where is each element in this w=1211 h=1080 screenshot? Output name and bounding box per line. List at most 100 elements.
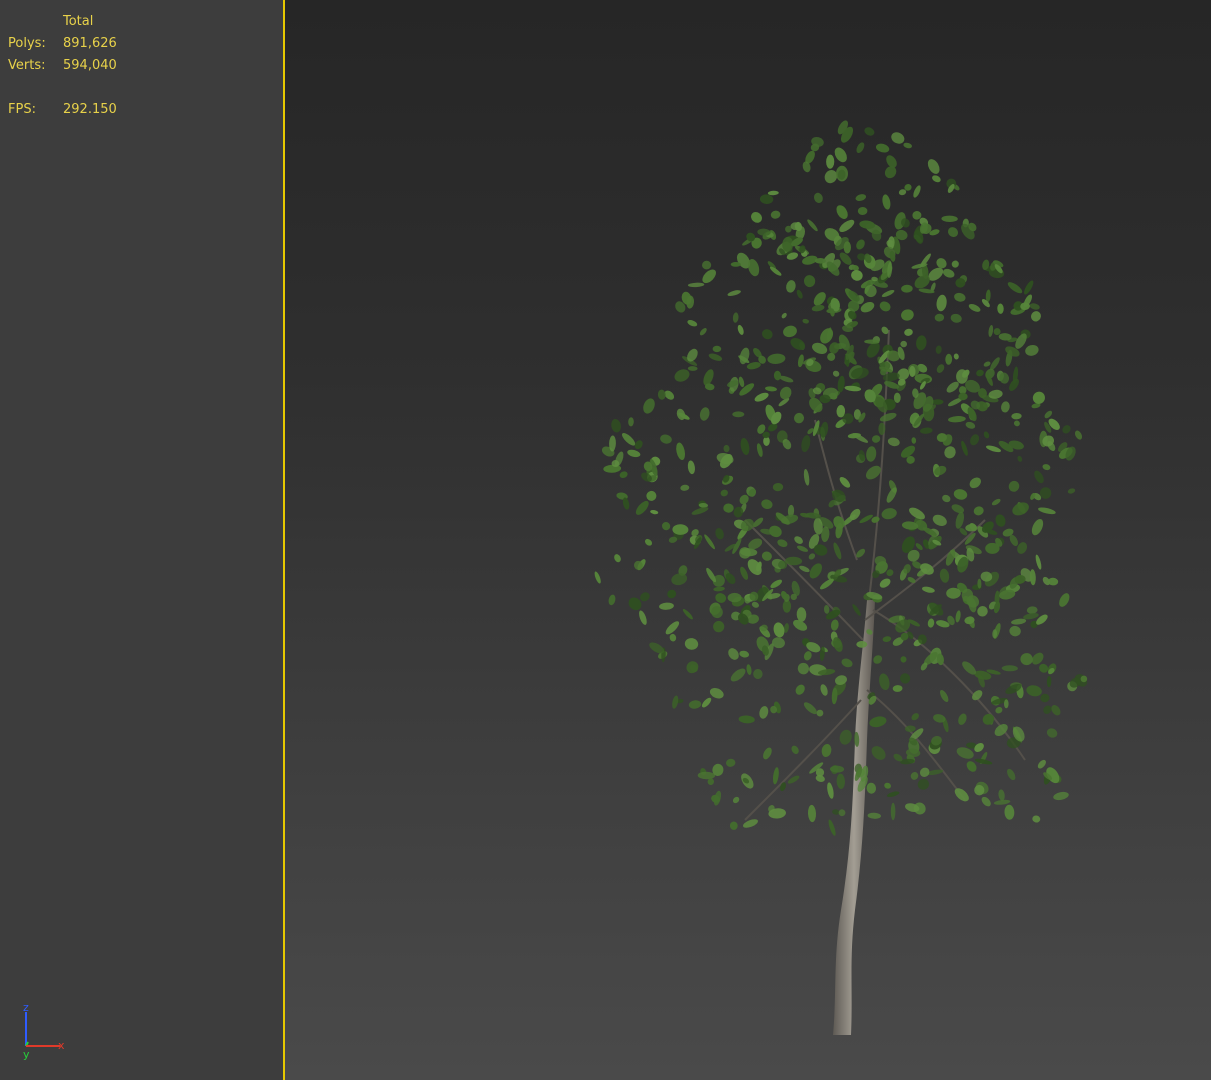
leaf-cluster <box>976 369 984 377</box>
leaf-cluster <box>838 809 846 817</box>
leaf-cluster <box>835 675 847 685</box>
side-viewport[interactable]: Total Polys: 891,626 Verts: 594,040 FPS:… <box>0 0 283 1080</box>
leaf-cluster <box>795 684 805 695</box>
leaf-cluster <box>730 262 741 267</box>
leaf-cluster <box>765 386 777 392</box>
leaf-cluster <box>793 412 805 424</box>
leaf-cluster <box>972 690 983 701</box>
leaf-cluster <box>942 494 951 503</box>
leaf-cluster <box>680 484 690 491</box>
leaf-cluster <box>912 210 922 220</box>
leaf-cluster <box>796 289 803 299</box>
leaf-cluster <box>688 700 702 709</box>
leaf-cluster <box>927 618 935 628</box>
leaf-cluster <box>832 809 840 815</box>
leaf-cluster <box>900 656 907 663</box>
leaf-cluster <box>772 482 784 492</box>
leaf-cluster <box>726 758 736 767</box>
leaf-cluster <box>891 132 905 144</box>
leaf-cluster <box>837 375 845 393</box>
leaf-cluster <box>687 320 698 327</box>
leaf-cluster <box>916 335 927 351</box>
leaf-cluster <box>762 329 773 340</box>
leaf-cluster <box>997 303 1004 314</box>
leaf-cluster <box>1043 705 1052 714</box>
leaf-cluster <box>729 821 738 830</box>
leaf-cluster <box>796 607 807 622</box>
leaf-cluster <box>910 771 919 780</box>
leaf-cluster <box>1025 344 1039 356</box>
leaf-cluster <box>816 709 824 717</box>
leaf-cluster <box>751 212 762 223</box>
leaf-cluster <box>983 431 990 439</box>
leaf-cluster <box>746 664 752 675</box>
leaf-cluster <box>936 364 945 373</box>
leaf-cluster <box>981 796 991 807</box>
leaf-cluster <box>1031 311 1041 322</box>
leaf-cluster <box>882 636 892 642</box>
leaf-cluster <box>843 241 851 254</box>
leaf-cluster <box>740 438 750 455</box>
leaf-cluster <box>940 689 949 703</box>
verts-value: 594,040 <box>63 58 117 73</box>
leaf-cluster <box>899 673 911 684</box>
leaf-cluster <box>751 601 759 608</box>
leaf-cluster <box>1032 815 1041 823</box>
leaf-cluster <box>720 489 728 497</box>
leaf-cluster <box>716 453 734 465</box>
leaf-cluster <box>799 565 810 573</box>
leaf-cluster <box>879 673 890 691</box>
leaf-cluster <box>790 222 801 231</box>
leaf-cluster <box>713 586 725 592</box>
leaf-cluster <box>628 417 634 427</box>
leaf-cluster <box>882 194 891 210</box>
leaf-cluster <box>915 543 923 551</box>
leaf-cluster <box>667 589 677 599</box>
leaf-cluster <box>1001 401 1010 413</box>
leaf-cluster <box>1020 653 1033 666</box>
leaf-cluster <box>712 345 722 353</box>
leaf-cluster <box>754 392 769 402</box>
leaf-cluster <box>1059 593 1070 607</box>
leaf-cluster <box>829 342 840 354</box>
leaf-cluster <box>1009 625 1021 637</box>
leaf-cluster <box>783 325 797 338</box>
leaf-cluster <box>953 353 959 360</box>
leaf-cluster <box>911 437 917 444</box>
leaf-cluster <box>886 155 897 168</box>
leaf-cluster <box>797 662 810 675</box>
leaf-cluster <box>927 159 940 174</box>
leaf-cluster <box>814 257 826 264</box>
leaf-cluster <box>1024 280 1034 295</box>
leaf-cluster <box>657 389 666 400</box>
leaf-cluster <box>791 580 800 596</box>
leaf-cluster <box>704 534 715 550</box>
leaf-cluster <box>682 609 693 620</box>
leaf-cluster <box>803 702 817 715</box>
leaf-cluster <box>811 304 825 312</box>
leaf-cluster <box>650 509 659 515</box>
leaf-cluster <box>801 435 811 453</box>
leaf-cluster <box>819 578 834 590</box>
leaf-cluster <box>970 434 980 446</box>
leaf-cluster <box>828 819 836 836</box>
leaf-cluster <box>713 620 725 633</box>
leaf-cluster <box>900 340 907 348</box>
leaf-cluster <box>892 685 903 692</box>
leaf-cluster <box>644 538 653 546</box>
leaf-cluster <box>1038 507 1056 515</box>
leaf-cluster <box>945 353 953 365</box>
leaf-cluster <box>988 325 994 337</box>
leaf-cluster <box>697 771 716 780</box>
leaf-cluster <box>866 782 877 794</box>
leaf-cluster <box>917 778 930 790</box>
leaf-cluster <box>869 716 887 728</box>
leaf-cluster <box>627 449 641 458</box>
leaf-cluster <box>881 289 895 298</box>
perspective-viewport[interactable] <box>285 0 1211 1080</box>
leaf-cluster <box>836 773 846 789</box>
leaf-cluster <box>723 503 734 513</box>
leaf-cluster <box>785 556 803 566</box>
leaf-cluster <box>739 650 750 658</box>
leaf-cluster <box>708 353 723 361</box>
